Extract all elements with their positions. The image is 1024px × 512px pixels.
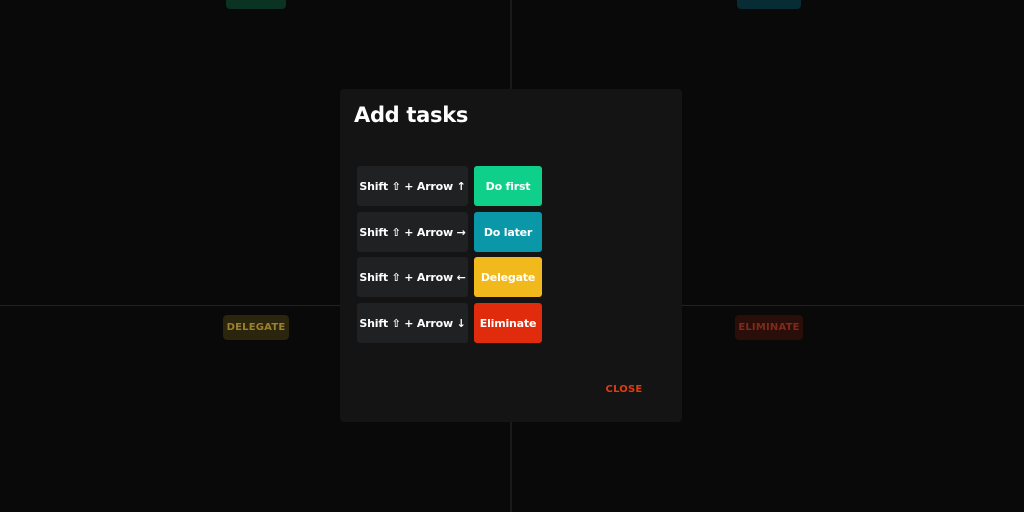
eliminate-button[interactable]: Eliminate (474, 303, 542, 343)
shortcut-row-delegate: Shift ⇧ + Arrow ← Delegate (357, 257, 542, 297)
add-tasks-modal: Add tasks Shift ⇧ + Arrow ↑ Do first Shi… (340, 89, 682, 422)
shortcut-keys-do-later: Shift ⇧ + Arrow → (357, 212, 468, 252)
shortcut-keys-do-first: Shift ⇧ + Arrow ↑ (357, 166, 468, 206)
shortcut-row-eliminate: Shift ⇧ + Arrow ↓ Eliminate (357, 303, 542, 343)
shortcut-row-do-first: Shift ⇧ + Arrow ↑ Do first (357, 166, 542, 206)
shortcut-keys-eliminate: Shift ⇧ + Arrow ↓ (357, 303, 468, 343)
do-first-button[interactable]: Do first (474, 166, 542, 206)
delegate-button[interactable]: Delegate (474, 257, 542, 297)
close-button[interactable]: CLOSE (604, 381, 644, 397)
do-later-button[interactable]: Do later (474, 212, 542, 252)
modal-title: Add tasks (354, 103, 469, 127)
shortcut-row-do-later: Shift ⇧ + Arrow → Do later (357, 212, 542, 252)
shortcut-keys-delegate: Shift ⇧ + Arrow ← (357, 257, 468, 297)
modal-overlay: Add tasks Shift ⇧ + Arrow ↑ Do first Shi… (0, 0, 1024, 512)
